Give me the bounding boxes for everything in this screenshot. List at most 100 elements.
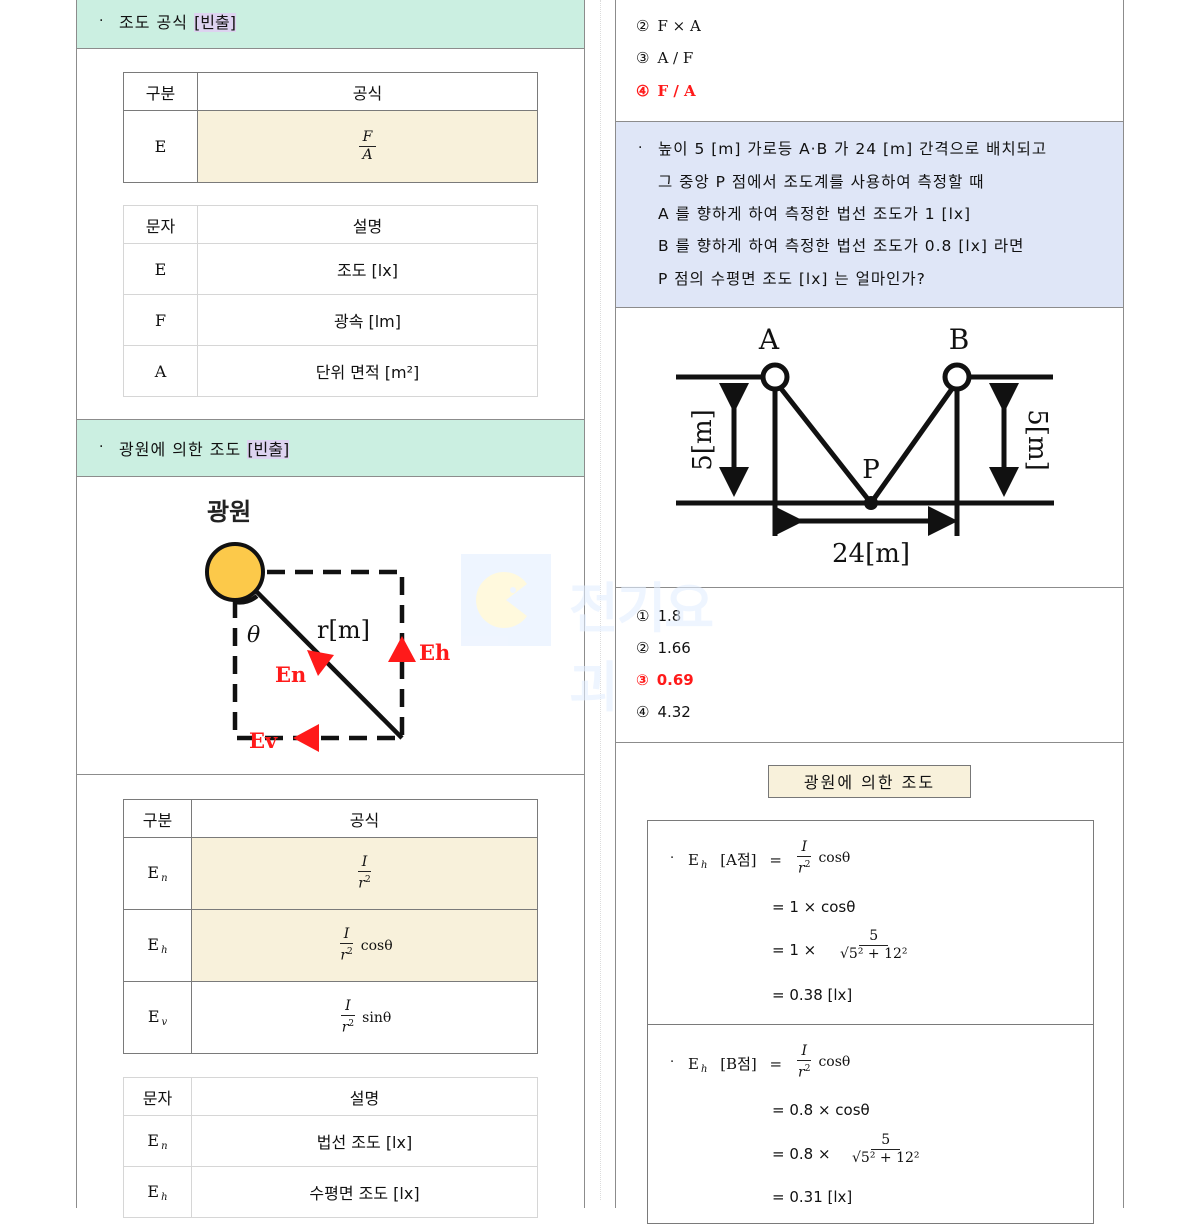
lamp-a-label: A bbox=[758, 323, 780, 356]
en-label: En bbox=[275, 662, 306, 687]
light-source-diagram: 광원 θ r[m] En Eh Ev bbox=[205, 497, 450, 753]
symbol-cell: E bbox=[123, 110, 198, 183]
formula-cell: I r2 bbox=[191, 837, 538, 910]
frequent-tag: [빈출] bbox=[194, 13, 236, 32]
q1-option-1[interactable]: ① bbox=[636, 0, 657, 2]
formula-table: 구분 공식 E F A bbox=[123, 72, 538, 183]
fraction: F A bbox=[358, 129, 377, 164]
lamp-a-icon bbox=[760, 362, 790, 392]
symbol-cell: E bbox=[123, 243, 198, 295]
left-column: · 조도 공식 [빈출] 구분 공식 E F A 문자 설명 E 조도 [lx]… bbox=[76, 0, 585, 1218]
vertical-illuminance-arrow bbox=[293, 724, 319, 752]
calc-step3-fraction: 5 √5² + 12² bbox=[852, 1132, 920, 1166]
distance-label: r[m] bbox=[317, 616, 370, 644]
section-title: 광원에 의한 조도 bbox=[119, 440, 242, 459]
column-separator bbox=[600, 0, 601, 1200]
point-p-marker bbox=[864, 496, 878, 510]
divider bbox=[616, 587, 1123, 588]
description-table: 문자 설명 E 조도 [lx] F 광속 [lm] A 단위 면적 [m²] bbox=[123, 205, 538, 397]
question-line: 그 중앙 P 점에서 조도계를 사용하여 측정할 때 bbox=[658, 173, 985, 191]
formula-cell: F A bbox=[197, 110, 538, 183]
formula-cell: I r2 sinθ bbox=[191, 981, 538, 1054]
symbol-cell: A bbox=[123, 345, 198, 397]
height-label-left: 5[m] bbox=[688, 409, 718, 470]
fraction: I r2 bbox=[339, 926, 354, 964]
fraction: I r2 bbox=[341, 998, 355, 1036]
q2-option-3-correct[interactable]: ③ 0.69 bbox=[636, 671, 694, 689]
calc-step3-prefix: = 0.8 × bbox=[772, 1145, 831, 1163]
header-cell: 공식 bbox=[197, 72, 538, 111]
description-cell: 조도 [lx] bbox=[197, 243, 538, 295]
header-cell: 구분 bbox=[123, 72, 198, 111]
section-header-illuminance-formula: · 조도 공식 [빈출] bbox=[77, 0, 584, 49]
symbol-cell: Eh bbox=[123, 909, 192, 982]
formula-cell: I r2 cosθ bbox=[191, 909, 538, 982]
point-p-label: P bbox=[862, 455, 880, 485]
solution-title-box: 광원에 의한 조도 bbox=[768, 765, 971, 798]
solution-block-a: · Eh [A점] = I r2 cosθ = 1 × cosθ = 1 × 5… bbox=[647, 820, 1094, 1025]
right-column: ① ②F × A ③A / F ④F / A · 높이 5 [m] 가로등 A·… bbox=[615, 0, 1124, 1224]
section-header-illuminance-by-source: · 광원에 의한 조도 [빈출] bbox=[77, 419, 584, 477]
light-source-icon bbox=[205, 542, 265, 602]
fraction: I r2 bbox=[357, 854, 372, 892]
solution-section: 광원에 의한 조도 · Eh [A점] = I r2 cosθ = 1 × co… bbox=[616, 743, 1123, 1224]
theta-label: θ bbox=[247, 623, 260, 648]
calc-lhs: Eh [A점] = bbox=[688, 851, 782, 871]
question-line: 높이 5 [m] 가로등 A·B 가 24 [m] 간격으로 배치되고 bbox=[658, 140, 1048, 158]
question-line: P 점의 수평면 조도 [lx] 는 얼마인가? bbox=[658, 270, 926, 288]
symbol-cell: Ev bbox=[123, 981, 192, 1054]
horizontal-illuminance-arrow bbox=[388, 636, 416, 662]
height-label-right: 5[m] bbox=[1022, 409, 1052, 470]
eh-label: Eh bbox=[419, 640, 450, 665]
description-cell: 수평면 조도 [lx] bbox=[191, 1166, 538, 1218]
solution-block-b: · Eh [B점] = I r2 cosθ = 0.8 × cosθ = 0.8… bbox=[647, 1024, 1094, 1224]
bullet: · bbox=[638, 140, 643, 156]
symbol-cell: Eh bbox=[123, 1166, 192, 1218]
q2-option-4[interactable]: ④ 4.32 bbox=[636, 703, 691, 721]
calc-step2: = 1 × cosθ bbox=[772, 898, 856, 916]
calc-step2: = 0.8 × cosθ bbox=[772, 1101, 870, 1119]
header-cell: 공식 bbox=[191, 799, 538, 838]
description-cell: 단위 면적 [m²] bbox=[197, 345, 538, 397]
lamp-b-icon bbox=[942, 362, 972, 392]
lamp-b-label: B bbox=[949, 323, 970, 356]
ev-label: Ev bbox=[249, 728, 278, 753]
ray-a bbox=[777, 384, 873, 505]
header-cell: 설명 bbox=[197, 205, 538, 244]
q2-option-1[interactable]: ① 1.8 bbox=[636, 607, 681, 625]
calc-step1: I r2 cosθ bbox=[797, 839, 851, 877]
q1-option-4-correct[interactable]: ④F / A bbox=[636, 82, 696, 100]
q1-option-2[interactable]: ②F × A bbox=[636, 17, 701, 35]
street-light-diagram: A B P 5[m] 5[m] 24[m] bbox=[676, 323, 1054, 569]
q1-option-3[interactable]: ③A / F bbox=[636, 49, 693, 67]
calc-step1: I r2 cosθ bbox=[797, 1043, 851, 1081]
description-cell: 광속 [lm] bbox=[197, 294, 538, 346]
calc-step3-prefix: = 1 × bbox=[772, 941, 817, 959]
calc-result: = 0.38 [lx] bbox=[772, 986, 853, 1004]
header-cell: 구분 bbox=[123, 799, 192, 838]
header-cell: 설명 bbox=[191, 1077, 538, 1116]
bullet: · bbox=[99, 13, 104, 29]
question-box: · 높이 5 [m] 가로등 A·B 가 24 [m] 간격으로 배치되고 그 … bbox=[616, 121, 1123, 308]
question-line: B 를 향하게 하여 측정한 법선 조도가 0.8 [lx] 라면 bbox=[658, 237, 1025, 255]
bullet: · bbox=[99, 439, 104, 455]
header-cell: 문자 bbox=[123, 205, 198, 244]
description-table-components: 문자 설명 En 법선 조도 [lx] Eh 수평면 조도 [lx] bbox=[123, 1077, 538, 1218]
question-line: A 를 향하게 하여 측정한 법선 조도가 1 [lx] bbox=[658, 205, 972, 223]
calc-result: = 0.31 [lx] bbox=[772, 1188, 853, 1206]
q2-option-2[interactable]: ② 1.66 bbox=[636, 639, 691, 657]
symbol-cell: En bbox=[123, 1115, 192, 1167]
symbol-cell: F bbox=[123, 294, 198, 346]
header-cell: 문자 bbox=[123, 1077, 192, 1116]
calc-step3-fraction: 5 √5² + 12² bbox=[840, 928, 908, 962]
span-label: 24[m] bbox=[832, 539, 910, 569]
source-label: 광원 bbox=[207, 497, 251, 526]
formula-table-components: 구분 공식 En I r2 Eh I r2 cosθ Ev I r2 sinθ bbox=[123, 799, 538, 1054]
symbol-cell: En bbox=[123, 837, 192, 910]
frequent-tag: [빈출] bbox=[247, 440, 290, 459]
description-cell: 법선 조도 [lx] bbox=[191, 1115, 538, 1167]
calc-lhs: Eh [B점] = bbox=[688, 1055, 783, 1075]
divider bbox=[77, 774, 584, 775]
ray-b bbox=[868, 384, 957, 505]
section-title: 조도 공식 bbox=[119, 13, 188, 32]
